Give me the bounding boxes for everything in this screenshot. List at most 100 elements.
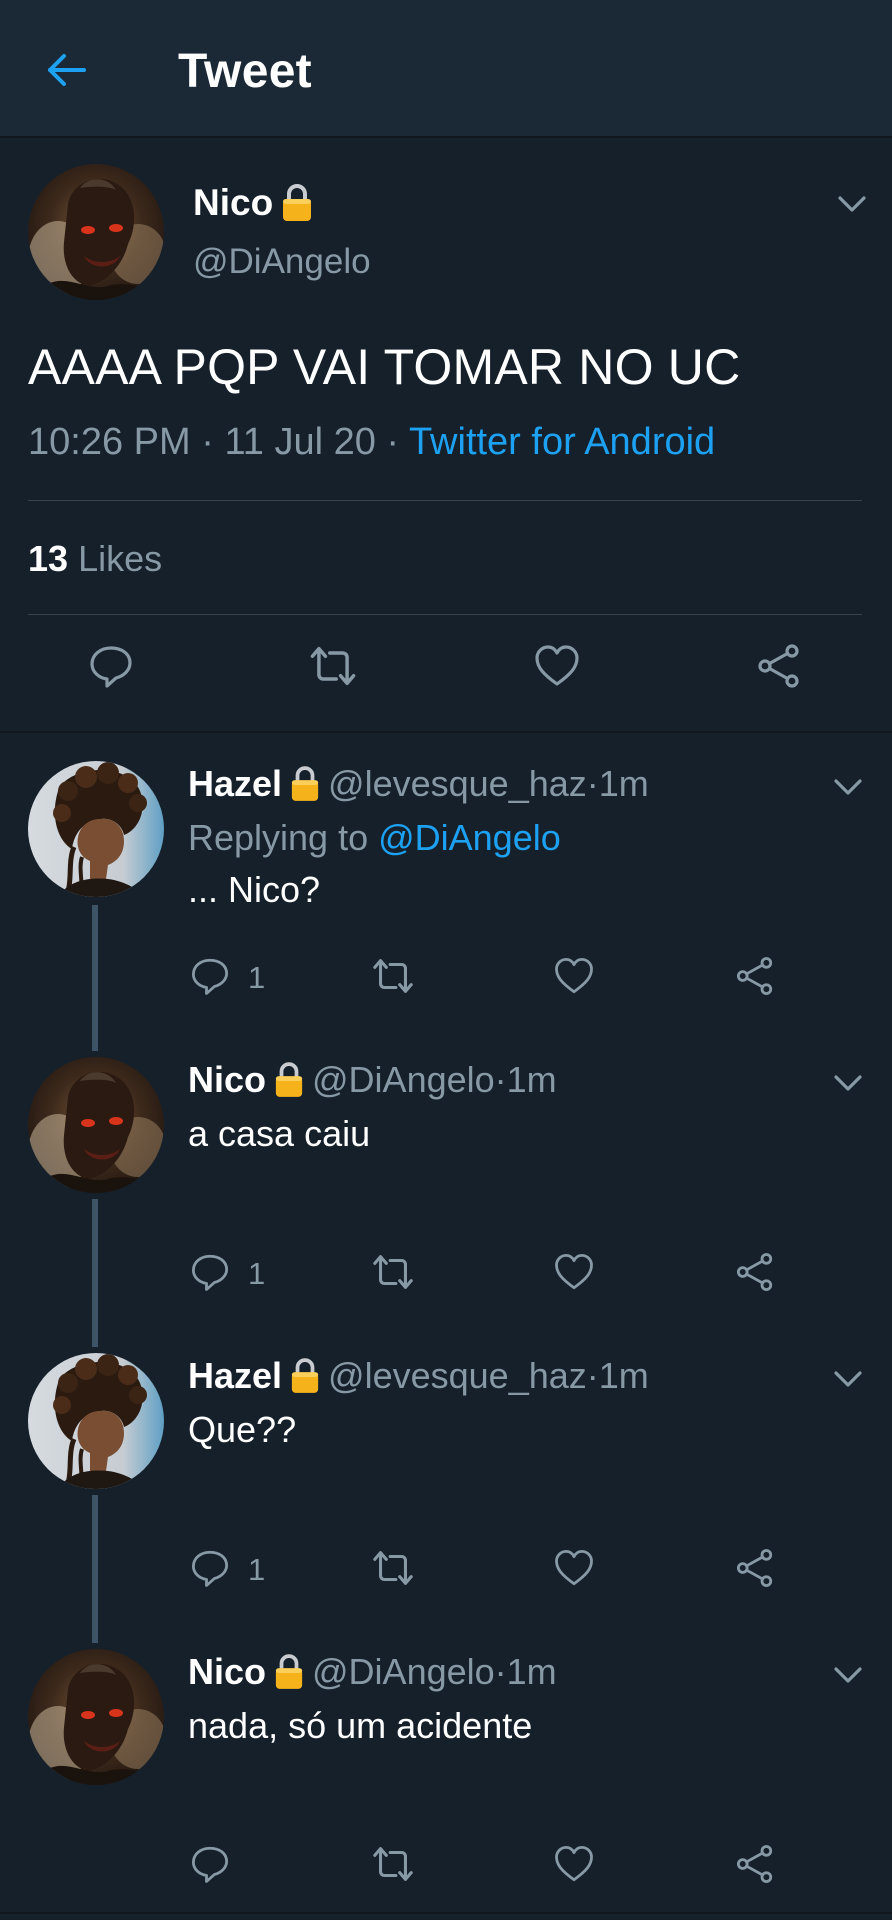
tweet-options-button[interactable] (828, 767, 868, 807)
share-icon (734, 1843, 776, 1885)
page-title: Tweet (178, 45, 312, 98)
tweet-source-link[interactable]: Twitter for Android (409, 421, 715, 463)
back-button[interactable] (42, 45, 92, 95)
reply-time: 1m (598, 1355, 649, 1396)
reply-text: ... Nico? (188, 869, 321, 910)
avatar[interactable] (28, 164, 164, 300)
thread-line (92, 1325, 98, 1347)
lock-icon (290, 1357, 320, 1395)
reply-text: Que?? (188, 1409, 297, 1450)
author-handle[interactable]: @DiAngelo (312, 1651, 495, 1693)
reply-tweet[interactable]: Nico @DiAngelo · 1m a casa caiu 1 (0, 1029, 892, 1325)
retweet-icon (370, 1841, 416, 1887)
reply-icon (189, 1251, 231, 1293)
reply-button[interactable] (187, 1841, 233, 1887)
share-button[interactable] (732, 1249, 778, 1295)
divider (0, 1912, 892, 1914)
author-name[interactable]: Hazel (188, 763, 282, 805)
arrow-left-icon (48, 54, 86, 86)
thread-line (92, 1029, 98, 1051)
like-button[interactable] (551, 1841, 597, 1887)
retweet-button[interactable] (370, 953, 416, 999)
reply-icon (189, 1547, 231, 1589)
reply-button[interactable] (83, 638, 139, 694)
share-button[interactable] (732, 1841, 778, 1887)
tweet-options-button[interactable] (828, 1359, 868, 1399)
avatar[interactable] (28, 1353, 164, 1489)
tweet-options-button[interactable] (828, 1655, 868, 1695)
divider (28, 614, 862, 615)
likes-link[interactable]: 13 Likes (28, 538, 162, 580)
reply-time: 1m (506, 1651, 557, 1692)
tweet-options-button[interactable] (828, 1063, 868, 1103)
reply-icon (189, 955, 231, 997)
reply-header: Hazel @levesque_haz · 1m (188, 1355, 649, 1397)
author-handle[interactable]: @DiAngelo (193, 242, 371, 282)
reply-button[interactable] (187, 1249, 233, 1295)
share-button[interactable] (751, 638, 807, 694)
reply-tweet[interactable]: Hazel @levesque_haz · 1m Replying to @Di… (0, 733, 892, 1029)
like-button[interactable] (551, 953, 597, 999)
thread-line (92, 1199, 98, 1325)
chevron-down-icon (828, 1655, 868, 1695)
like-button[interactable] (551, 1249, 597, 1295)
reply-time: 1m (598, 763, 649, 804)
meta-separator: · (494, 1651, 507, 1692)
meta-separator: · (586, 763, 599, 804)
top-app-bar: Tweet (0, 0, 892, 138)
share-button[interactable] (732, 1545, 778, 1591)
author-name[interactable]: Nico (188, 1059, 266, 1101)
heart-icon (553, 955, 595, 997)
meta-separator: · (190, 421, 225, 463)
author-name[interactable]: Hazel (188, 1355, 282, 1397)
like-button[interactable] (529, 638, 585, 694)
reply-header: Nico @DiAngelo · 1m (188, 1059, 557, 1101)
author-handle[interactable]: @levesque_haz (328, 763, 587, 805)
heart-icon (553, 1251, 595, 1293)
lock-icon (290, 765, 320, 803)
like-button[interactable] (551, 1545, 597, 1591)
avatar[interactable] (28, 1057, 164, 1193)
heart-icon (533, 642, 581, 690)
meta-separator: · (494, 1059, 507, 1100)
retweet-icon (370, 953, 416, 999)
meta-separator: · (586, 1355, 599, 1396)
reply-text: nada, só um acidente (188, 1705, 533, 1746)
tweet-text: AAAA PQP VAI TOMAR NO UC (28, 339, 741, 395)
reply-count: 1 (248, 1256, 266, 1291)
author-name[interactable]: Nico (193, 182, 313, 224)
reply-header: Hazel @levesque_haz · 1m (188, 763, 649, 805)
replying-to-label: Replying to (188, 817, 379, 858)
meta-separator: · (375, 421, 409, 463)
share-icon (755, 642, 803, 690)
reply-count: 1 (248, 1552, 266, 1587)
retweet-button[interactable] (370, 1249, 416, 1295)
avatar[interactable] (28, 1649, 164, 1785)
retweet-icon (370, 1249, 416, 1295)
share-icon (734, 1251, 776, 1293)
retweet-button[interactable] (370, 1841, 416, 1887)
tweet-meta: 10:26 PM · 11 Jul 20 · Twitter for Andro… (28, 421, 715, 464)
reply-icon (189, 1843, 231, 1885)
retweet-button[interactable] (305, 638, 361, 694)
reply-tweet[interactable]: Nico @DiAngelo · 1m nada, só um acidente (0, 1621, 892, 1917)
reply-button[interactable] (187, 1545, 233, 1591)
share-icon (734, 1547, 776, 1589)
replying-to: Replying to @DiAngelo (188, 817, 561, 859)
mention-link[interactable]: @DiAngelo (378, 817, 561, 858)
reply-button[interactable] (187, 953, 233, 999)
reply-tweet[interactable]: Hazel @levesque_haz · 1m Que?? 1 (0, 1325, 892, 1621)
author-name[interactable]: Nico (188, 1651, 266, 1693)
thread-line (92, 1495, 98, 1621)
author-handle[interactable]: @levesque_haz (328, 1355, 587, 1397)
tweet-time: 10:26 PM (28, 421, 191, 463)
avatar[interactable] (28, 761, 164, 897)
likes-label: Likes (78, 538, 163, 579)
share-icon (734, 955, 776, 997)
retweet-icon (307, 640, 359, 692)
retweet-button[interactable] (370, 1545, 416, 1591)
tweet-options-button[interactable] (832, 184, 872, 224)
share-button[interactable] (732, 953, 778, 999)
author-handle[interactable]: @DiAngelo (312, 1059, 495, 1101)
likes-count: 13 (28, 538, 69, 579)
